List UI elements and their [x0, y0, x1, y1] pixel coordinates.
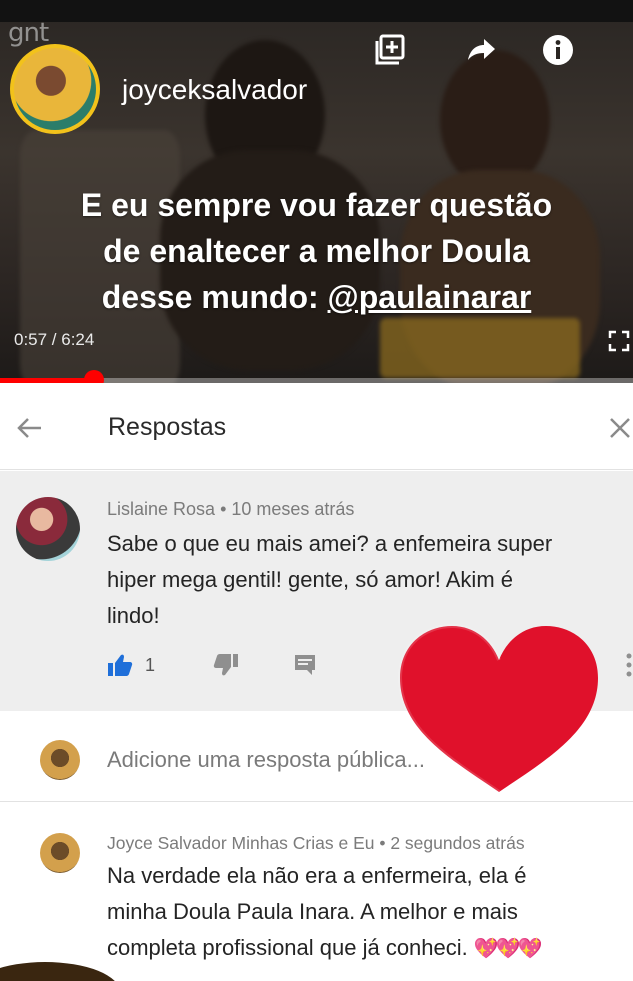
avatar[interactable] — [16, 497, 80, 561]
thumbs-up-icon — [108, 654, 133, 676]
caption-line: de enaltecer a melhor Doula — [103, 233, 530, 269]
add-to-playlist-icon[interactable] — [370, 30, 410, 70]
reply-line-text: completa profissional que já conheci. — [107, 935, 474, 960]
reply-button[interactable] — [293, 651, 317, 679]
like-count: 1 — [145, 655, 156, 675]
back-arrow-icon[interactable] — [14, 413, 44, 443]
background-figure — [440, 50, 550, 190]
profile-avatar[interactable] — [10, 44, 100, 134]
reply-line: Na verdade ela não era a enfermeira, ela… — [107, 863, 527, 888]
avatar — [40, 740, 80, 780]
username[interactable]: joyceksalvador — [122, 74, 307, 106]
comment-icon — [295, 655, 315, 675]
close-icon[interactable] — [606, 414, 633, 442]
background-sign — [380, 318, 580, 378]
heart-sticker — [397, 623, 598, 794]
reply-comment: Joyce Salvador Minhas Crias e Eu • 2 seg… — [0, 803, 633, 981]
avatar-photo — [14, 48, 96, 130]
reply-line: completa profissional que já conheci. 💖💖… — [107, 930, 627, 967]
video-caption: E eu sempre vou fazer questão de enaltec… — [0, 182, 633, 320]
comment-text: Sabe o que eu mais amei? a enfemeira sup… — [107, 526, 627, 634]
caption-line: E eu sempre vou fazer questão — [80, 187, 553, 223]
comment-line: Sabe o que eu mais amei? a enfemeira sup… — [107, 531, 553, 556]
status-bar — [0, 0, 633, 22]
caption-line: desse mundo: @paulainarar — [0, 274, 633, 320]
caption-line-text: desse mundo: — [101, 279, 328, 315]
reply-input[interactable]: Adicione uma resposta pública... — [107, 747, 425, 773]
mention-link[interactable]: @paulainarar — [328, 279, 532, 315]
more-options-icon[interactable] — [625, 651, 633, 679]
comment-line: hiper mega gentil! gente, só amor! Akim … — [107, 567, 513, 592]
avatar[interactable] — [40, 833, 80, 873]
thumbs-down-icon — [213, 654, 238, 676]
reply-line: minha Doula Paula Inara. A melhor e mais — [107, 899, 518, 924]
reply-text: Na verdade ela não era a enfermeira, ela… — [107, 858, 627, 967]
video-time: 0:57 / 6:24 — [14, 330, 95, 349]
panel-title: Respostas — [108, 413, 227, 441]
reply-author-meta: Joyce Salvador Minhas Crias e Eu • 2 seg… — [107, 833, 525, 853]
channel-logo: gnt — [8, 18, 49, 48]
heart-emojis: 💖💖💖 — [473, 938, 543, 960]
share-icon[interactable] — [460, 30, 500, 70]
like-button[interactable] — [107, 651, 133, 679]
video-player[interactable]: gnt joyceksalvador E eu sempre vou fazer… — [0, 0, 633, 383]
info-icon[interactable] — [538, 30, 578, 70]
comment-author-meta: Lislaine Rosa • 10 meses atrás — [107, 499, 355, 519]
panel-header: Respostas — [0, 383, 633, 470]
dislike-button[interactable] — [213, 651, 239, 679]
fullscreen-icon[interactable] — [608, 330, 630, 352]
